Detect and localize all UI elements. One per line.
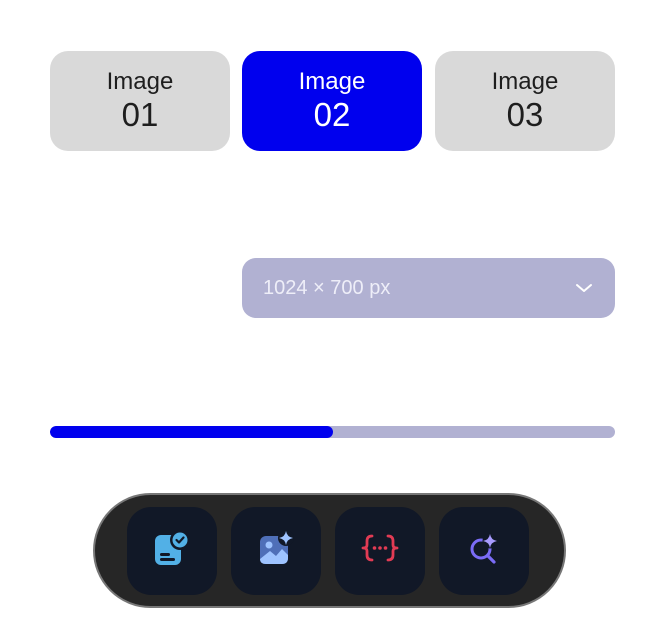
progress-bar-fill bbox=[50, 426, 333, 438]
image-settings-panel: Image 01 Image 02 Image 03 1024 × 700 px bbox=[0, 0, 665, 641]
tab-image-03[interactable]: Image 03 bbox=[435, 51, 615, 151]
tab-image-02[interactable]: Image 02 bbox=[242, 51, 422, 151]
image-size-value: 1024 × 700 px bbox=[263, 276, 391, 299]
tab-label: Image bbox=[298, 68, 366, 95]
tab-number: 01 bbox=[121, 96, 159, 133]
progress-bar[interactable] bbox=[50, 426, 615, 438]
tab-label: Image bbox=[106, 68, 174, 95]
dock-button-verified-document[interactable] bbox=[127, 506, 217, 595]
ai-image-icon bbox=[256, 528, 296, 573]
tab-image-01[interactable]: Image 01 bbox=[50, 51, 230, 151]
verified-document-icon bbox=[152, 528, 192, 573]
chevron-down-icon bbox=[573, 277, 595, 299]
dock-button-ai-search[interactable] bbox=[439, 506, 529, 595]
dock-button-code[interactable] bbox=[335, 506, 425, 595]
code-braces-icon bbox=[360, 528, 400, 573]
tool-dock bbox=[93, 493, 566, 608]
tab-number: 03 bbox=[506, 96, 544, 133]
image-size-dropdown[interactable]: 1024 × 700 px bbox=[242, 258, 615, 318]
ai-search-icon bbox=[464, 528, 504, 573]
tab-number: 02 bbox=[313, 96, 351, 133]
dock-button-ai-image[interactable] bbox=[231, 506, 321, 595]
tab-label: Image bbox=[491, 68, 559, 95]
